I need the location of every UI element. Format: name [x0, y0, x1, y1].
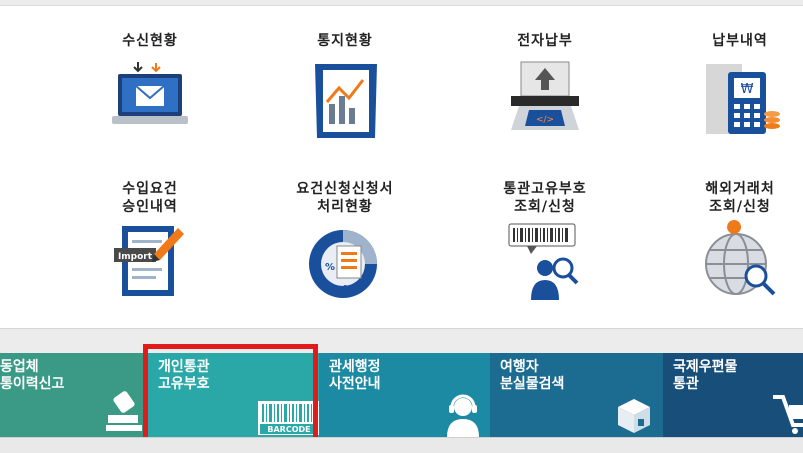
menu-item-receipt-status[interactable]: 수신현황 [60, 32, 240, 142]
menu-item-label: 통지현황 [317, 33, 373, 49]
menu-item-requirement-application-status[interactable]: 요건신청신청서 처리현황 % % [255, 180, 435, 304]
tile-personal-customs-code[interactable]: 개인통관 고유부호 BARCODE [148, 353, 319, 437]
quick-link-tiles: 동업체 통이력신고 개인통관 고유부호 BARCODE 관세행정 사전안내 여행… [0, 353, 803, 437]
tile-label: 관세행정 사전안내 [329, 359, 381, 392]
tile-customs-admin-guide[interactable]: 관세행정 사전안내 [319, 353, 490, 437]
menu-item-label: 요건신청신청서 처리현황 [296, 181, 394, 215]
svg-text:%: % [343, 284, 353, 295]
tile-label: 국제우편물 통관 [673, 359, 738, 392]
menu-item-label: 수신현황 [122, 33, 178, 49]
globe-search-icon [705, 220, 776, 296]
svg-text:</>: </> [536, 115, 554, 125]
menu-item-label: 수입요건 승인내역 [122, 181, 178, 215]
tile-label: 여행자 분실물검색 [500, 359, 565, 392]
cart-icon [773, 395, 803, 434]
pie-document-icon: % % [309, 230, 377, 298]
barcode-text: BARCODE [267, 425, 310, 434]
stamp-icon [106, 391, 142, 431]
electronic-payment-icon: </> [511, 61, 579, 130]
menu-item-label: 전자납부 [517, 33, 573, 49]
tile-label: 개인통관 고유부호 [158, 359, 210, 392]
tile-international-mail-customs[interactable]: 국제우편물 통관 [663, 353, 803, 437]
barcode-search-icon [508, 223, 579, 300]
lost-box-icon [618, 399, 650, 433]
menu-item-import-approval[interactable]: 수입요건 승인내역 Import [60, 180, 240, 304]
menu-item-label: 통관고유부호 조회/신청 [503, 181, 587, 215]
headset-agent-icon [447, 394, 479, 437]
tile-lost-items-search[interactable]: 여행자 분실물검색 [490, 353, 663, 437]
menu-item-customs-code-lookup[interactable]: 통관고유부호 조회/신청 [455, 180, 635, 304]
menu-item-label: 해외거래처 조회/신청 [705, 181, 775, 215]
payment-history-icon: ₩ [706, 64, 780, 134]
tile-company-history-report[interactable]: 동업체 통이력신고 [0, 353, 148, 437]
svg-text:Import: Import [118, 252, 153, 262]
quick-menu-panel: 수신현황 통지현황 전자납부 </> 납부내역 ₩ 수입요건 승인내역 Impo… [0, 5, 803, 329]
svg-text:₩: ₩ [741, 82, 754, 97]
menu-item-electronic-payment[interactable]: 전자납부 </> [455, 32, 635, 142]
import-approval-icon: Import [114, 226, 184, 296]
svg-text:%: % [325, 262, 335, 273]
footer-bar [0, 437, 803, 453]
chart-report-icon [315, 64, 377, 138]
menu-item-overseas-partner-lookup[interactable]: 해외거래처 조회/신청 [650, 180, 803, 304]
menu-item-payment-history[interactable]: 납부내역 ₩ [650, 32, 803, 142]
menu-item-label: 납부내역 [712, 33, 768, 49]
barcode-icon: BARCODE [258, 401, 319, 435]
menu-item-notice-status[interactable]: 통지현황 [255, 32, 435, 142]
laptop-mail-icon [112, 62, 188, 124]
tile-label: 동업체 통이력신고 [0, 359, 65, 392]
